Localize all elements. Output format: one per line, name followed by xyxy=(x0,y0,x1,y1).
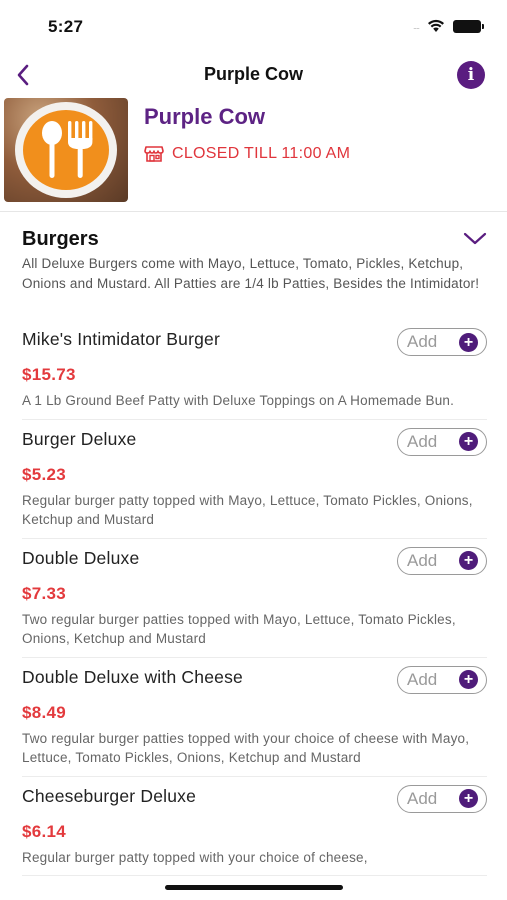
category-description: All Deluxe Burgers come with Mayo, Lettu… xyxy=(22,256,480,291)
status-icons: .... xyxy=(412,19,484,33)
plus-icon: + xyxy=(459,670,478,689)
plus-icon: + xyxy=(459,551,478,570)
status-bar: 5:27 .... xyxy=(0,0,507,52)
wifi-icon xyxy=(428,19,444,32)
plus-icon: + xyxy=(459,332,478,352)
menu-item[interactable]: Burger Deluxe $5.23 Regular burger patty… xyxy=(22,420,487,539)
battery-icon xyxy=(453,19,484,33)
nav-bar: Purple Cow i xyxy=(0,54,507,98)
menu-item-price: $7.33 xyxy=(22,583,67,603)
add-button[interactable]: Add + xyxy=(397,328,487,356)
restaurant-name: Purple Cow xyxy=(144,104,266,129)
spoon-fork-logo-icon xyxy=(42,121,93,178)
menu-item[interactable]: Cheeseburger Deluxe $6.14 Regular burger… xyxy=(22,777,487,876)
menu-item-description: A 1 Lb Ground Beef Patty with Deluxe Top… xyxy=(22,393,455,408)
add-button-label: Add xyxy=(407,788,438,808)
plus-icon: + xyxy=(459,789,478,808)
add-button[interactable]: Add + xyxy=(397,665,487,694)
signal-icon: .... xyxy=(412,21,420,31)
status-badge: CLOSED TILL 11:00 AM xyxy=(144,145,350,163)
restaurant-header: Purple Cow CLOSED TILL 11:00 AM xyxy=(0,98,507,212)
menu-item-description: Two regular burger patties topped with y… xyxy=(22,730,470,766)
category-toggle-button[interactable] xyxy=(461,228,489,250)
info-button[interactable]: i xyxy=(457,61,485,89)
add-button-label: Add xyxy=(407,332,438,351)
category-title: Burgers xyxy=(22,228,99,250)
chevron-down-icon xyxy=(463,232,487,245)
menu-item[interactable]: Double Deluxe with Cheese $8.49 Two regu… xyxy=(22,658,487,777)
category-header[interactable]: Burgers xyxy=(0,212,507,252)
home-indicator[interactable] xyxy=(165,885,343,890)
menu-item-price: $8.49 xyxy=(22,702,67,722)
menu-item[interactable]: Double Deluxe $7.33 Two regular burger p… xyxy=(22,539,487,658)
add-button[interactable]: Add + xyxy=(397,784,487,813)
storefront-icon xyxy=(144,146,164,162)
restaurant-logo xyxy=(4,98,128,202)
add-button-label: Add xyxy=(407,550,438,570)
menu-item-price: $5.23 xyxy=(22,464,67,484)
category-burgers: Burgers All Deluxe Burgers come with May… xyxy=(0,212,507,293)
info-icon: i xyxy=(467,65,475,85)
add-button[interactable]: Add + xyxy=(397,427,487,456)
menu-item[interactable]: Mike's Intimidator Burger $15.73 A 1 Lb … xyxy=(22,320,487,420)
menu-item-list: Mike's Intimidator Burger $15.73 A 1 Lb … xyxy=(0,320,507,876)
menu-item-description: Two regular burger patties topped with M… xyxy=(22,611,456,647)
add-button-label: Add xyxy=(407,431,438,451)
closed-status-text: CLOSED TILL 11:00 AM xyxy=(172,145,351,162)
add-button-label: Add xyxy=(407,669,438,689)
menu-item-price: $15.73 xyxy=(22,365,76,384)
status-time: 5:27 xyxy=(48,17,84,36)
menu-item-description: Regular burger patty topped with Mayo, L… xyxy=(22,492,473,528)
plus-icon: + xyxy=(459,432,478,451)
menu-item-description: Regular burger patty topped with your ch… xyxy=(22,849,368,865)
add-button[interactable]: Add + xyxy=(397,546,487,575)
page-title: Purple Cow xyxy=(203,64,303,84)
menu-item-price: $6.14 xyxy=(22,821,67,841)
